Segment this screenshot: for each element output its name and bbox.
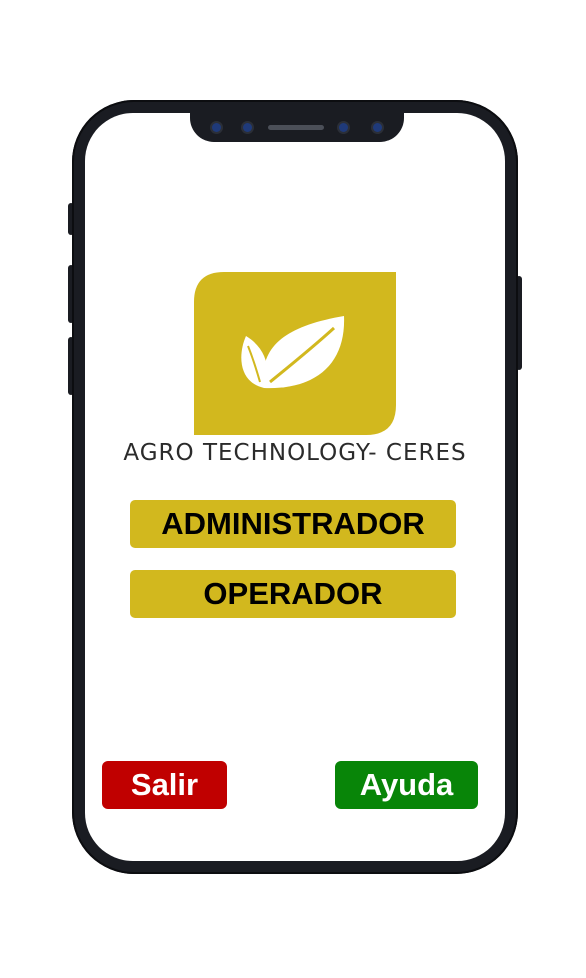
screenshot-canvas: AGRO TECHNOLOGY- CERES ADMINISTRADOR OPE… <box>0 0 586 978</box>
phone-notch <box>190 104 404 142</box>
help-button[interactable]: Ayuda <box>335 761 478 809</box>
phone-screen <box>85 113 505 861</box>
brand-name: AGRO TECHNOLOGY- CERES <box>123 440 467 466</box>
operator-button[interactable]: OPERADOR <box>130 570 456 618</box>
front-sensor-icon <box>339 123 348 132</box>
leaf-sprout-icon <box>194 272 396 435</box>
exit-button[interactable]: Salir <box>102 761 227 809</box>
front-sensor-icon <box>373 123 382 132</box>
front-camera-icon <box>212 123 221 132</box>
phone-speaker <box>268 125 324 130</box>
administrator-button[interactable]: ADMINISTRADOR <box>130 500 456 548</box>
front-sensor-icon <box>243 123 252 132</box>
